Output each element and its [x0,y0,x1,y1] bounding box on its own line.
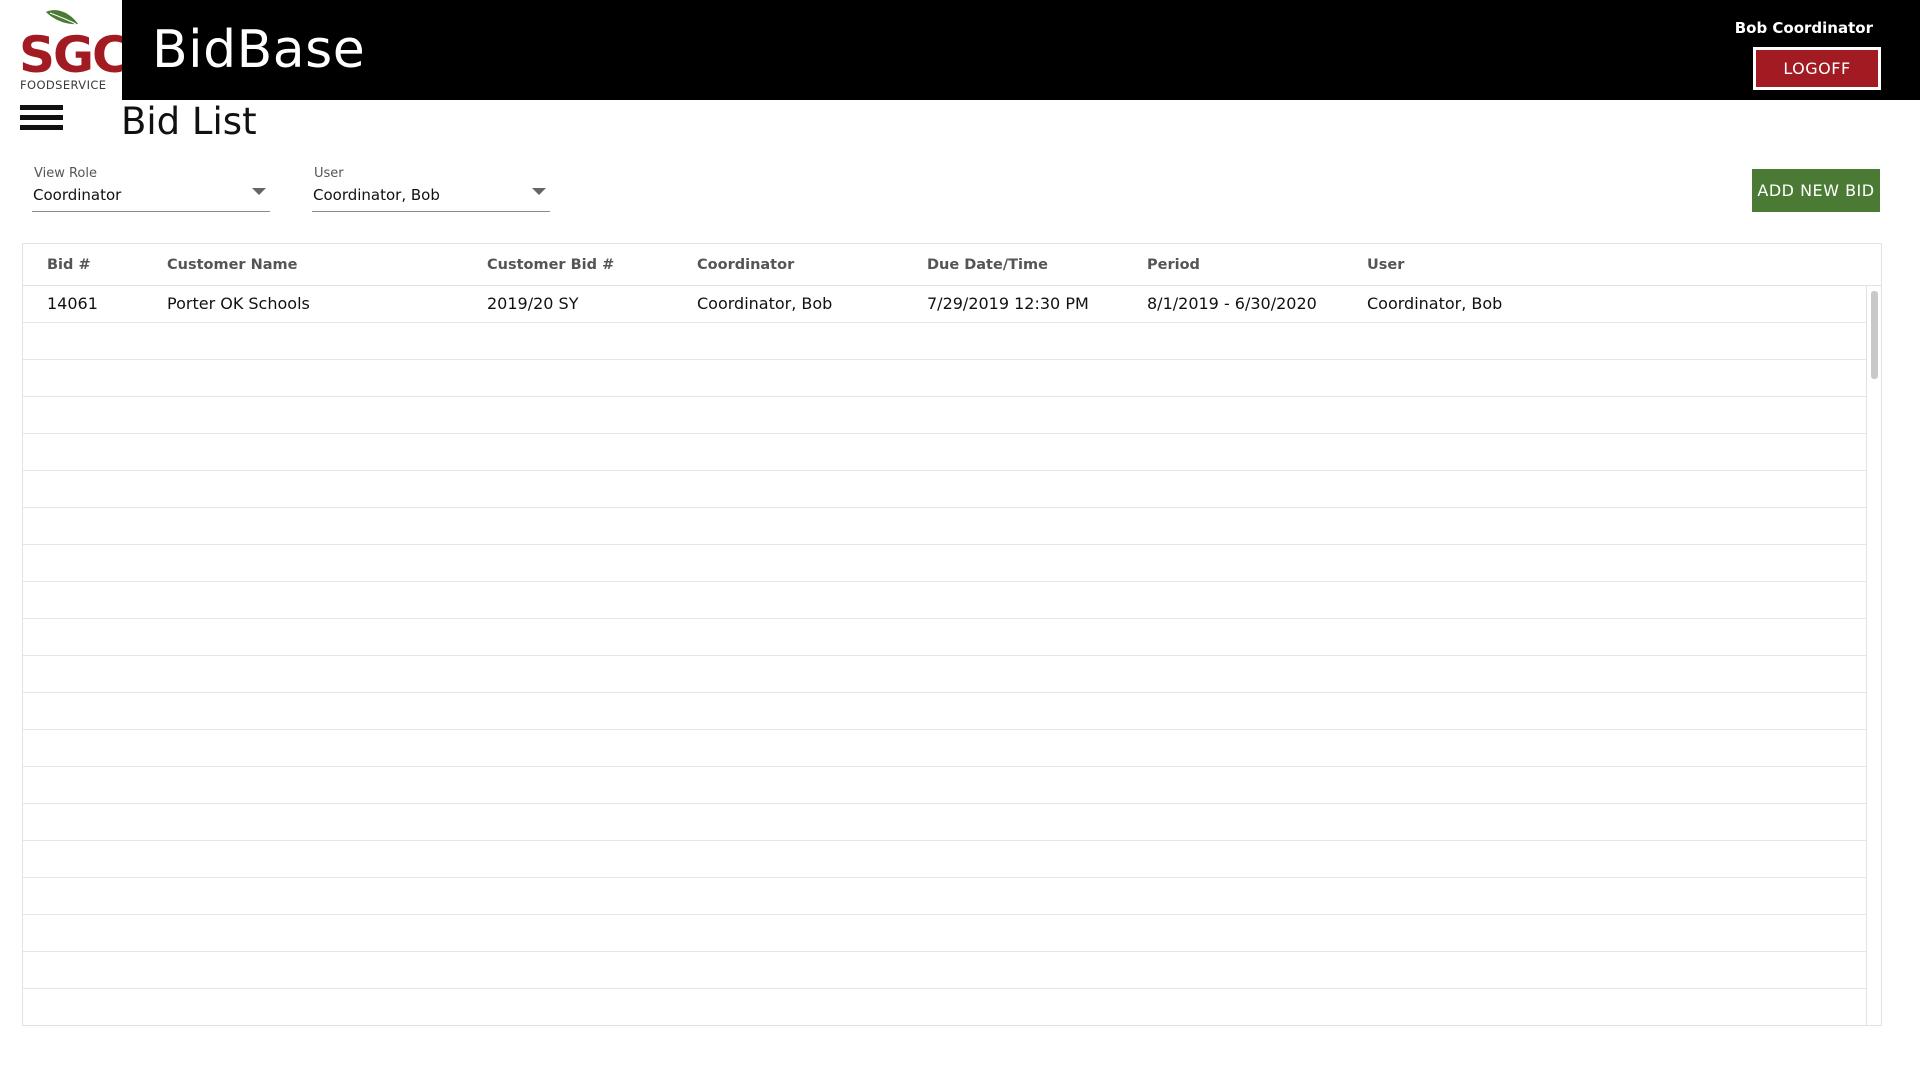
empty-table-row [23,730,1866,767]
cell-period: 8/1/2019 - 6/30/2020 [1147,294,1317,313]
grid-scrollbar[interactable] [1866,286,1881,1025]
cell-bid-number: 14061 [47,294,98,313]
empty-table-row [23,323,1866,360]
column-header-customer-bid-number[interactable]: Customer Bid # [487,257,614,273]
grid-header: Bid # Customer Name Customer Bid # Coord… [23,244,1881,286]
chevron-down-icon [532,188,546,195]
sgc-logo-icon: SGC [19,10,122,80]
logoff-button[interactable]: LOGOFF [1753,47,1881,90]
empty-table-row [23,878,1866,915]
empty-table-row [23,471,1866,508]
app-header: SGC FOODSERVICE BidBase Bob Coordinator … [0,0,1920,100]
empty-table-row [23,841,1866,878]
empty-table-row [23,693,1866,730]
column-header-period[interactable]: Period [1147,257,1200,273]
current-user-name: Bob Coordinator [1734,19,1873,37]
hamburger-menu-icon[interactable] [20,105,63,135]
column-header-due-date[interactable]: Due Date/Time [927,257,1048,273]
empty-table-row [23,989,1866,1025]
empty-table-row [23,656,1866,693]
chevron-down-icon [252,188,266,195]
empty-table-row [23,434,1866,471]
cell-due-date: 7/29/2019 12:30 PM [927,294,1089,313]
cell-customer-bid-number: 2019/20 SY [487,294,579,313]
bid-list-grid: Bid # Customer Name Customer Bid # Coord… [22,243,1882,1026]
cell-coordinator: Coordinator, Bob [697,294,833,313]
page-title: Bid List [121,100,257,143]
view-role-label: View Role [34,166,97,181]
cell-user: Coordinator, Bob [1367,294,1503,313]
empty-table-row [23,804,1866,841]
scrollbar-thumb[interactable] [1871,291,1878,379]
user-select[interactable]: User Coordinator, Bob [312,166,550,212]
add-new-bid-button[interactable]: ADD NEW BID [1752,169,1880,212]
logo-subtitle: FOODSERVICE [20,78,107,92]
table-row[interactable]: 14061 Porter OK Schools 2019/20 SY Coord… [23,286,1866,323]
column-header-bid-number[interactable]: Bid # [47,257,91,273]
grid-body: 14061 Porter OK Schools 2019/20 SY Coord… [23,286,1866,1025]
empty-table-row [23,545,1866,582]
user-label: User [314,166,344,181]
empty-table-row [23,619,1866,656]
empty-table-row [23,360,1866,397]
view-role-value: Coordinator [33,186,122,204]
empty-table-row [23,952,1866,989]
empty-table-row [23,767,1866,804]
view-role-select[interactable]: View Role Coordinator [32,166,270,212]
logo-text: SGC [19,26,122,80]
column-header-coordinator[interactable]: Coordinator [697,257,794,273]
user-value: Coordinator, Bob [313,186,440,204]
empty-table-row [23,582,1866,619]
cell-customer-name: Porter OK Schools [167,294,310,313]
app-title: BidBase [152,20,366,80]
column-header-customer-name[interactable]: Customer Name [167,257,298,273]
empty-table-row [23,397,1866,434]
company-logo: SGC FOODSERVICE [0,0,122,100]
column-header-user[interactable]: User [1367,257,1404,273]
empty-table-row [23,508,1866,545]
empty-table-row [23,915,1866,952]
